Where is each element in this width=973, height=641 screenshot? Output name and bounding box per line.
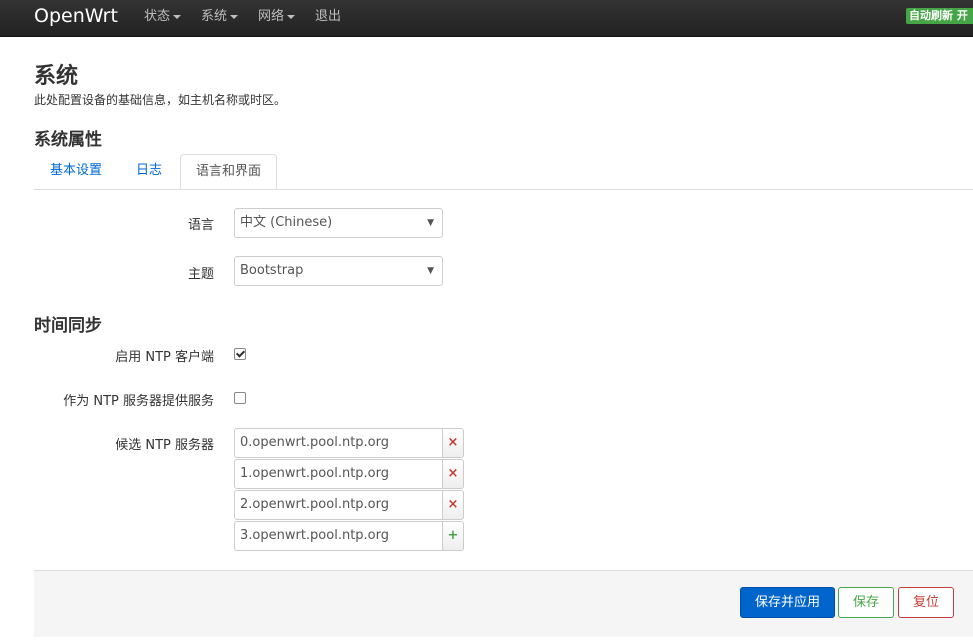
dropdown-arrow-icon: ▼ (427, 266, 434, 276)
ntp-server-input[interactable]: 2.openwrt.pool.ntp.org (234, 490, 443, 520)
enable-ntp-client-label: 启用 NTP 客户端 (115, 350, 214, 365)
tab-basic-settings[interactable]: 基本设置 (34, 154, 118, 189)
language-select[interactable]: 中文 (Chinese) ▼ (234, 208, 443, 238)
page-description: 此处配置设备的基础信息，如主机名称或时区。 (34, 93, 287, 107)
ntp-server-input[interactable]: 1.openwrt.pool.ntp.org (234, 459, 443, 489)
ntp-server-row: 1.openwrt.pool.ntp.org × (234, 459, 464, 489)
enable-ntp-client-checkbox[interactable] (234, 348, 246, 360)
tab-logging[interactable]: 日志 (124, 154, 174, 189)
ntp-server-checkbox[interactable] (234, 392, 246, 404)
nav-system-label: 系统 (201, 9, 228, 24)
nav-network-label: 网络 (258, 9, 285, 24)
remove-icon[interactable]: × (442, 428, 464, 458)
dropdown-arrow-icon: ▼ (427, 218, 434, 228)
ntp-server-row: 0.openwrt.pool.ntp.org × (234, 428, 464, 458)
top-navbar: OpenWrt 状态 系统 网络 退出 自动刷新 开 (0, 0, 973, 37)
remove-icon[interactable]: × (442, 490, 464, 520)
chevron-down-icon (173, 14, 182, 19)
tab-language-ui[interactable]: 语言和界面 (180, 154, 277, 189)
add-icon[interactable]: + (442, 521, 464, 551)
page-title: 系统 (34, 64, 79, 89)
theme-select-value: Bootstrap (240, 263, 304, 278)
save-apply-button[interactable]: 保存并应用 (740, 587, 835, 618)
nav-network[interactable]: 网络 (248, 0, 305, 36)
chevron-down-icon (287, 14, 296, 19)
nav-logout-label: 退出 (315, 9, 342, 24)
ntp-server-input[interactable]: 3.openwrt.pool.ntp.org (234, 521, 443, 551)
brand-logo[interactable]: OpenWrt (34, 5, 118, 27)
language-label: 语言 (187, 218, 214, 233)
nav-logout[interactable]: 退出 (305, 0, 351, 36)
candidate-ntp-label: 候选 NTP 服务器 (115, 438, 214, 453)
ntp-server-label: 作为 NTP 服务器提供服务 (63, 394, 214, 409)
nav-system[interactable]: 系统 (191, 0, 248, 36)
ntp-server-row: 3.openwrt.pool.ntp.org + (234, 521, 464, 551)
language-select-value: 中文 (Chinese) (240, 215, 333, 230)
section-heading-time-sync: 时间同步 (34, 316, 102, 336)
remove-icon[interactable]: × (442, 459, 464, 489)
theme-select[interactable]: Bootstrap ▼ (234, 256, 443, 286)
nav-status[interactable]: 状态 (134, 0, 191, 36)
main-nav: 状态 系统 网络 退出 (134, 0, 351, 36)
section-heading-system-properties: 系统属性 (34, 130, 102, 150)
ntp-server-row: 2.openwrt.pool.ntp.org × (234, 490, 464, 520)
chevron-down-icon (230, 14, 239, 19)
reset-button[interactable]: 复位 (898, 587, 954, 618)
ntp-server-input[interactable]: 0.openwrt.pool.ntp.org (234, 428, 443, 458)
auto-refresh-badge[interactable]: 自动刷新 开 (906, 8, 973, 24)
save-button[interactable]: 保存 (838, 587, 894, 618)
theme-label: 主题 (187, 267, 214, 282)
tab-bar: 基本设置 日志 语言和界面 (34, 154, 973, 190)
nav-status-label: 状态 (144, 9, 171, 24)
